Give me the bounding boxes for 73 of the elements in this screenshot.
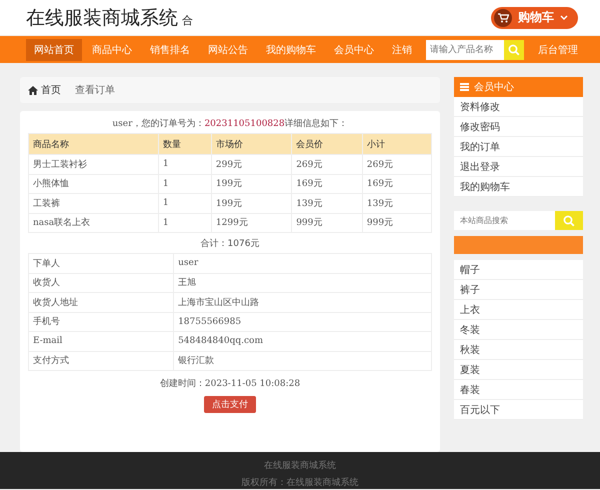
column-header: 数量 [158, 134, 212, 154]
table-cell: 139元 [292, 194, 362, 213]
cart-button[interactable]: 购物车 [491, 6, 578, 28]
list-icon [460, 83, 469, 91]
field-label: 支付方式 [28, 351, 174, 370]
field-label: 收货人地址 [28, 292, 174, 312]
table-cell: 199元 [211, 194, 292, 213]
breadcrumb-current: 查看订单 [75, 84, 115, 97]
site-search-field[interactable]: 本站商品搜索 [454, 211, 555, 230]
footer-text: 在线服装商城系统 [264, 460, 336, 472]
field-value: 18755566985 [174, 312, 432, 332]
table-cell: 269元 [292, 154, 362, 174]
table-cell: 999元 [362, 213, 432, 232]
nav-link[interactable]: 网站首页 [26, 38, 82, 60]
table-cell: 139元 [362, 194, 432, 213]
table-cell: 男士工装衬衫 [28, 154, 158, 174]
search-button[interactable] [504, 40, 524, 60]
field-label: 收货人 [28, 273, 174, 292]
category-item[interactable]: 春装 [454, 380, 583, 400]
table-cell: 1 [158, 154, 212, 174]
search-field[interactable]: 请输入产品名称 [426, 40, 504, 60]
member-menu-item[interactable]: 我的订单 [454, 137, 583, 157]
member-menu-item[interactable]: 我的购物车 [454, 177, 583, 197]
table-cell: 169元 [292, 174, 362, 194]
footer-text: 版权所有：在线服装商城系统 [242, 476, 358, 489]
table-cell: 1 [158, 174, 212, 194]
category-item[interactable]: 冬装 [454, 320, 583, 340]
home-icon [28, 86, 38, 94]
member-menu-item[interactable]: 修改密码 [454, 117, 583, 137]
site-search-button[interactable] [555, 211, 583, 230]
member-center-title: 会员中心 [474, 80, 514, 94]
table-cell: 1 [158, 194, 212, 213]
table-cell: 小熊体恤 [28, 174, 158, 194]
category-item[interactable]: 上衣 [454, 300, 583, 320]
table-cell: 1299元 [211, 213, 292, 232]
table-cell: 999元 [292, 213, 362, 232]
table-cell: 299元 [211, 154, 292, 174]
column-header: 小计 [362, 134, 432, 154]
category-item[interactable]: 帽子 [454, 260, 583, 280]
pay-button[interactable]: 点击支付 [204, 396, 256, 413]
field-label: 下单人 [28, 254, 174, 273]
field-value: 银行汇款 [174, 351, 432, 370]
field-value: user [174, 254, 432, 273]
field-value: 548484840qq.com [174, 332, 432, 351]
field-value: 王旭 [174, 273, 432, 292]
category-item[interactable]: 夏装 [454, 360, 583, 380]
column-header: 市场价 [211, 134, 292, 154]
search-icon [563, 214, 575, 226]
search-icon [508, 44, 520, 56]
cart-icon [498, 12, 508, 22]
column-header: 商品名称 [28, 134, 158, 154]
created-time: 创建时间：2023-11-05 10:08:28 [160, 378, 300, 391]
column-header: 会员价 [292, 134, 362, 154]
table-cell: 199元 [211, 174, 292, 194]
order-total: 合计：1076元 [200, 238, 260, 251]
table-cell: 工装裤 [28, 194, 158, 213]
category-item[interactable]: 秋装 [454, 340, 583, 360]
table-cell: 1 [158, 213, 212, 232]
member-menu-item[interactable]: 资料修改 [454, 97, 583, 117]
home-link[interactable]: 首页 [28, 83, 61, 97]
table-cell: 269元 [362, 154, 432, 174]
order-intro: user，您的订单号为：20231105100828详细信息如下： [112, 118, 348, 131]
site-title: 在线服装商城系统 [26, 6, 178, 30]
field-label: 手机号 [28, 312, 174, 332]
field-label: E-mail [28, 332, 174, 351]
member-menu-item[interactable]: 退出登录 [454, 157, 583, 177]
field-value: 上海市宝山区中山路 [174, 292, 432, 312]
site-title-mark: 合 [182, 12, 193, 28]
chevron-icon [560, 14, 568, 20]
table-cell: 169元 [362, 174, 432, 194]
table-cell: nasa联名上衣 [28, 213, 158, 232]
category-item[interactable]: 裤子 [454, 280, 583, 300]
category-item[interactable]: 百元以下 [454, 400, 583, 420]
